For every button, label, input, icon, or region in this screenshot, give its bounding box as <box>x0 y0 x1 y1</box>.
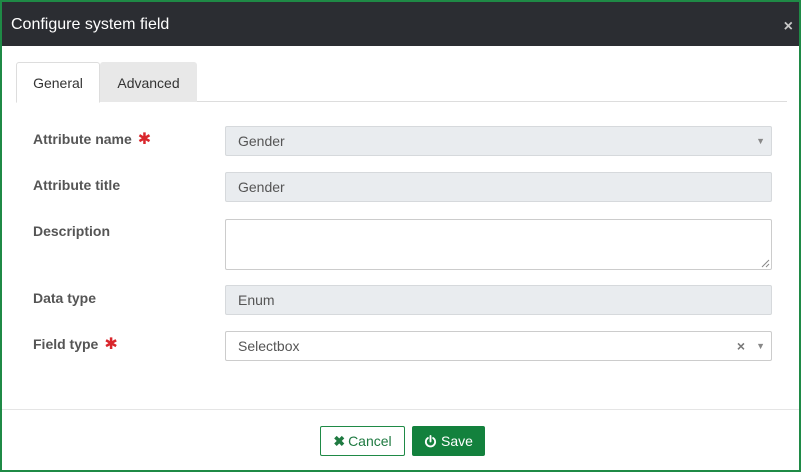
cancel-button[interactable]: ✖ Cancel <box>320 426 405 456</box>
attribute-title-field[interactable]: Gender <box>225 172 772 202</box>
chevron-down-icon[interactable]: ▼ <box>756 332 765 360</box>
data-type-label: Data type <box>33 290 97 306</box>
attribute-title-value: Gender <box>238 179 285 195</box>
dialog-title: Configure system field <box>11 16 170 33</box>
required-asterisk-icon: ✱ <box>137 131 152 148</box>
field-type-label: Field type ✱ <box>33 335 118 354</box>
cancel-button-label: Cancel <box>348 433 392 449</box>
attribute-name-value: Gender <box>238 133 285 149</box>
dialog-header: Configure system field × <box>2 2 799 46</box>
field-type-select[interactable]: Selectbox × ▼ <box>225 331 772 361</box>
field-type-label-text: Field type <box>33 336 99 352</box>
chevron-down-icon[interactable]: ▼ <box>756 127 765 155</box>
attribute-name-label: Attribute name ✱ <box>33 130 151 149</box>
footer-divider <box>2 409 799 410</box>
close-icon[interactable]: × <box>784 18 793 36</box>
tab-advanced[interactable]: Advanced <box>100 62 197 102</box>
field-type-value: Selectbox <box>238 338 300 354</box>
data-type-field[interactable]: Enum <box>225 285 772 315</box>
clear-icon[interactable]: × <box>737 332 745 360</box>
required-asterisk-icon: ✱ <box>104 336 118 353</box>
tab-general[interactable]: General <box>16 62 100 103</box>
save-button-label: Save <box>441 433 473 449</box>
resize-grip-icon[interactable] <box>761 259 770 268</box>
data-type-value: Enum <box>238 292 275 308</box>
save-button[interactable]: Save <box>412 426 485 456</box>
description-textarea[interactable] <box>225 219 772 270</box>
description-label: Description <box>33 223 111 239</box>
attribute-title-label: Attribute title <box>33 177 121 193</box>
configure-system-field-dialog: Configure system field × General Advance… <box>0 0 801 472</box>
tab-bar: General Advanced <box>16 62 787 103</box>
power-icon <box>424 435 437 448</box>
cancel-x-icon: ✖ <box>333 433 346 449</box>
attribute-name-select[interactable]: Gender ▼ <box>225 126 772 156</box>
attribute-name-label-text: Attribute name <box>33 131 132 147</box>
